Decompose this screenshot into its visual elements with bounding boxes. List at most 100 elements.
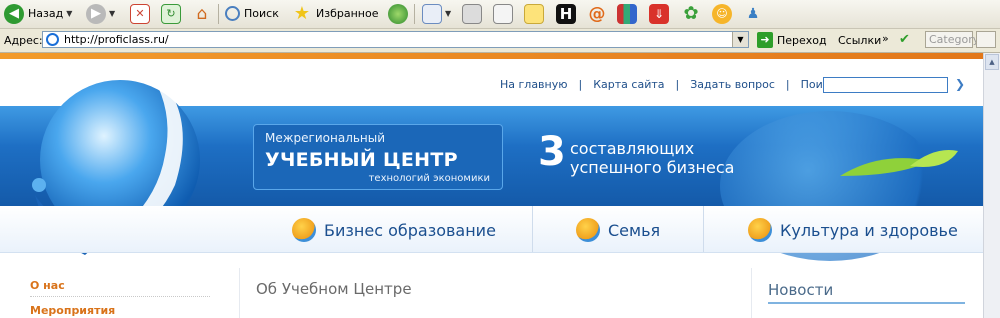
category-label: Бизнес образование	[324, 220, 496, 240]
books-icon	[617, 3, 637, 24]
mail-icon	[422, 3, 442, 24]
chevron-down-icon[interactable]: ▼	[732, 32, 748, 47]
top-accent-stripe	[0, 53, 983, 59]
go-label: Переход	[777, 33, 827, 47]
forward-button[interactable]: ▶ ▼	[86, 2, 115, 25]
site-search-input[interactable]	[823, 77, 948, 93]
category-separator	[703, 206, 704, 252]
edit-icon	[493, 3, 513, 24]
at-sign-icon: @	[588, 3, 606, 24]
print-button[interactable]	[462, 2, 482, 25]
toolbar-divider	[218, 4, 219, 24]
mail-button[interactable]: ▼	[422, 2, 451, 25]
column-divider	[751, 268, 752, 318]
toolbar-divider	[414, 4, 415, 24]
links-button[interactable]: Ссылки	[838, 34, 881, 47]
back-button[interactable]: ◀ Назад ▼	[4, 2, 72, 25]
stop-button[interactable]: ✕	[130, 2, 150, 25]
back-arrow-icon: ◀	[4, 3, 24, 24]
chevron-down-icon[interactable]: ▼	[109, 9, 115, 18]
home-icon: ⌂	[196, 3, 208, 24]
search-go-arrow-icon[interactable]: ❯	[955, 77, 965, 91]
category-field[interactable]: Category	[925, 31, 979, 48]
ie-page-icon	[46, 33, 59, 46]
slogan-line1: составляющих	[570, 139, 695, 158]
banner-line3: технологий экономики	[368, 173, 490, 184]
history-button[interactable]	[388, 2, 408, 25]
history-icon	[388, 3, 408, 24]
chevron-down-icon[interactable]: ▼	[66, 9, 72, 18]
banner-line1: Межрегиональный	[265, 131, 386, 145]
nav-sitemap-link[interactable]: Карта сайта	[593, 78, 664, 91]
edit-button[interactable]	[493, 2, 513, 25]
category-bar: Бизнес образование Семья Культура и здор…	[0, 206, 983, 253]
home-button[interactable]: ⌂	[192, 2, 212, 25]
scroll-up-arrow-icon[interactable]: ▲	[985, 54, 999, 70]
address-url[interactable]: http://proficlass.ru/	[64, 33, 169, 46]
nav-separator: |	[578, 78, 583, 91]
category-separator	[532, 206, 533, 252]
stop-icon: ✕	[130, 3, 150, 24]
main-heading: Об Учебном Центре	[256, 280, 412, 298]
download-button[interactable]: ⇓	[649, 2, 669, 25]
category-label: Семья	[608, 220, 661, 240]
nav-ask-question-link[interactable]: Задать вопрос	[690, 78, 775, 91]
smile-button[interactable]: ☺	[712, 2, 732, 25]
chevron-right-icon[interactable]: »	[882, 32, 889, 45]
flower-icon: ✿	[683, 2, 699, 24]
research-button[interactable]	[617, 2, 637, 25]
download-icon: ⇓	[649, 3, 669, 24]
sidebar-item-events[interactable]: Мероприятия	[30, 304, 115, 317]
leaf-icon	[840, 150, 958, 176]
smiley-icon: ☺	[712, 3, 732, 24]
news-underline	[768, 302, 965, 304]
culture-icon	[748, 218, 772, 242]
category-dropdown[interactable]	[976, 31, 996, 48]
top-navigation: На главную | Карта сайта | Задать вопрос…	[500, 78, 839, 91]
h-icon: H	[556, 3, 576, 24]
search-label: Поиск	[244, 7, 279, 20]
go-arrow-icon: ➜	[757, 32, 773, 48]
address-input[interactable]: http://proficlass.ru/ ▼	[42, 31, 749, 48]
messenger-button[interactable]: ♟	[743, 2, 763, 25]
category-family[interactable]: Семья	[576, 218, 660, 242]
browser-toolbar: ◀ Назад ▼ ▶ ▼ ✕ ↻ ⌂ Поиск ★ Избранное ▼ …	[0, 0, 1000, 29]
favorites-label: Избранное	[316, 7, 379, 20]
business-icon	[292, 218, 316, 242]
refresh-button[interactable]: ↻	[161, 2, 181, 25]
nav-separator: |	[785, 78, 790, 91]
address-label: Адрес:	[4, 34, 43, 47]
star-icon: ★	[293, 2, 311, 24]
slogan-number: 3	[538, 129, 566, 175]
nav-separator: |	[675, 78, 680, 91]
category-business-education[interactable]: Бизнес образование	[292, 218, 496, 242]
chevron-down-icon[interactable]: ▼	[445, 9, 451, 18]
checkmark-icon[interactable]: ✔	[899, 32, 915, 48]
column-divider	[239, 268, 240, 318]
h-button[interactable]: H	[556, 2, 576, 25]
refresh-icon: ↻	[161, 3, 181, 24]
go-button[interactable]: ➜ Переход	[757, 32, 827, 48]
slogan-line2: успешного бизнеса	[570, 158, 735, 177]
family-icon	[576, 218, 600, 242]
notes-button[interactable]	[524, 2, 544, 25]
center-name-box: Межрегиональный УЧЕБНЫЙ ЦЕНТР технологий…	[253, 124, 503, 190]
sidebar-divider	[30, 296, 210, 297]
forward-arrow-icon: ▶	[86, 3, 106, 24]
printer-icon	[462, 3, 482, 24]
address-bar: Адрес: http://proficlass.ru/ ▼ ➜ Переход…	[0, 29, 1000, 53]
search-button[interactable]: Поиск	[225, 2, 279, 25]
icq-button[interactable]: ✿	[681, 2, 701, 25]
category-label: Культура и здоровье	[780, 220, 958, 240]
back-label: Назад	[28, 7, 64, 20]
sidebar-item-about[interactable]: О нас	[30, 279, 65, 292]
favorites-button[interactable]: ★ Избранное	[292, 2, 379, 25]
vertical-scrollbar[interactable]: ▲	[983, 53, 1000, 318]
category-culture-health[interactable]: Культура и здоровье	[748, 218, 958, 242]
email-at-button[interactable]: @	[587, 2, 607, 25]
web-page: На главную | Карта сайта | Задать вопрос…	[0, 53, 983, 318]
news-heading[interactable]: Новости	[768, 281, 833, 299]
banner-line2: УЧЕБНЫЙ ЦЕНТР	[265, 149, 458, 171]
search-icon	[225, 6, 240, 21]
nav-home-link[interactable]: На главную	[500, 78, 568, 91]
